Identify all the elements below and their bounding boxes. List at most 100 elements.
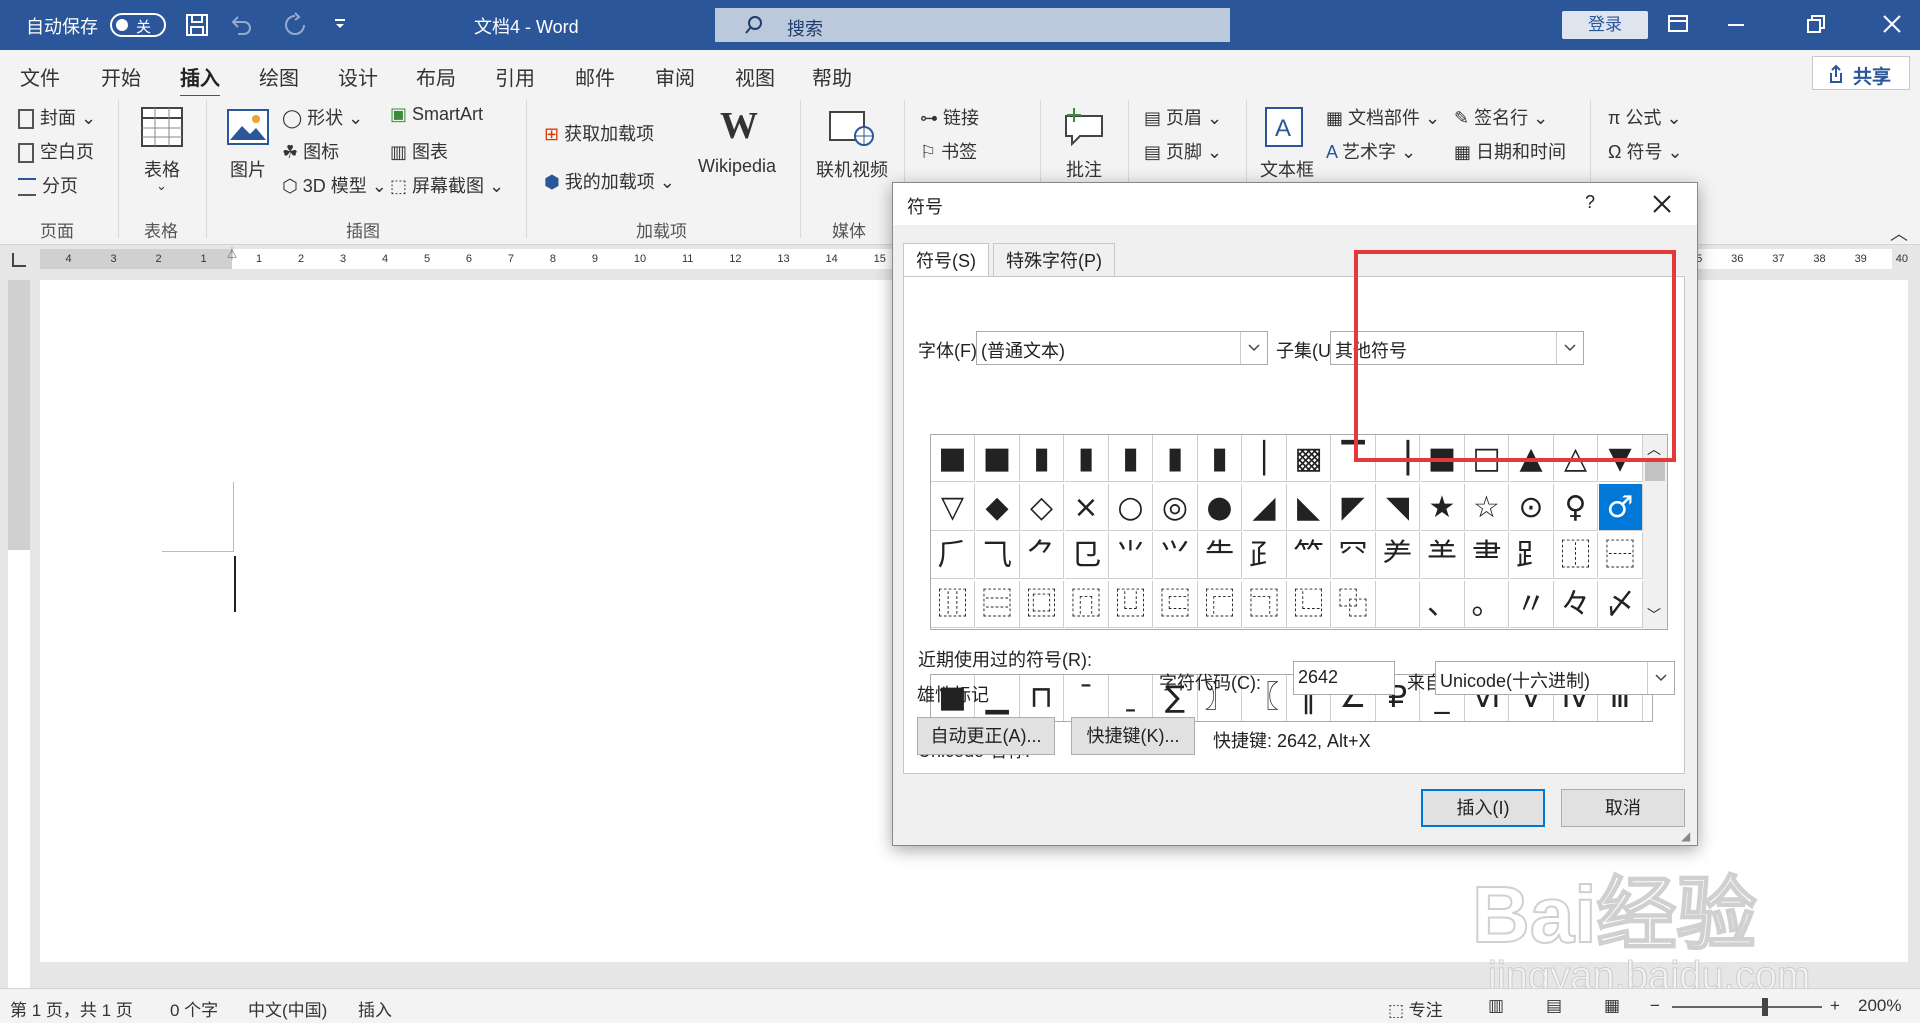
get-addins-button[interactable]: ⊞ 获取加载项 [544,120,654,146]
symbol-cell[interactable]: │ [1242,435,1287,482]
tab-special-characters[interactable]: 特殊字符(P) [993,243,1115,277]
smartart-button[interactable]: ▣ SmartArt [390,104,483,125]
symbol-cell[interactable]: ⿷ [1153,580,1198,628]
autosave-toggle[interactable]: 关 [110,13,166,37]
icons-button[interactable]: ☘ 图标 [282,138,339,164]
symbol-cell[interactable]: ⺻ [1465,532,1509,579]
tab-draw[interactable]: 绘图 [259,62,299,91]
language[interactable]: 中文(中国) [248,996,327,1021]
symbol-cell[interactable]: ◥ [1376,483,1420,531]
quick-parts-button[interactable]: ▦ 文档部件 ⌄ [1326,104,1440,130]
page-count[interactable]: 第 1 页，共 1 页 [10,996,133,1021]
indent-marker-icon[interactable]: ⏃ [226,245,238,262]
symbol-cell[interactable]: 〆 [1598,580,1643,628]
symbol-cell[interactable]: ▮ [1020,435,1064,482]
symbol-cell[interactable]: ☆ [1465,483,1509,531]
symbol-cell[interactable]: ⺳ [1331,532,1376,579]
symbol-cell[interactable]: ⿲ [931,580,975,628]
customize-toolbar-icon[interactable] [332,16,348,32]
share-button[interactable]: 共享 [1812,56,1910,90]
symbol-cell[interactable]: ⺪ [1242,532,1287,579]
symbol-cell[interactable]: ▮ [1109,435,1153,482]
symbol-cell[interactable]: ⿳ [975,580,1020,628]
recent-symbol-cell[interactable]: ˉ [1065,675,1109,721]
link-button[interactable]: ⊶ 链接 [920,104,979,130]
symbol-cell[interactable]: ◣ [1287,483,1331,531]
symbol-cell[interactable]: ⺌ [1109,532,1153,579]
tab-help[interactable]: 帮助 [812,62,852,91]
restore-icon[interactable] [1804,12,1828,36]
wikipedia-button[interactable]: Wikipedia [698,156,776,177]
page-break-button[interactable]: 分页 [18,172,78,198]
symbol-cell[interactable]: ⿵ [1064,580,1109,628]
tab-design[interactable]: 设计 [338,62,378,91]
comment-icon[interactable] [1062,106,1106,146]
tab-selector-icon[interactable] [12,253,26,267]
symbol-cell[interactable]: ● [1198,483,1242,531]
symbol-cell[interactable]: ▽ [931,483,975,531]
search-box[interactable]: 搜索 [715,8,1230,42]
footer-button[interactable]: ▤ 页脚 ⌄ [1144,138,1222,164]
symbol-cell[interactable]: ⻊ [1509,532,1554,579]
online-video-button[interactable]: 联机视频 [816,156,888,182]
symbol-cell[interactable]: 々 [1554,580,1598,628]
minimize-icon[interactable] [1724,12,1748,36]
signature-line-button[interactable]: ✎ 签名行 ⌄ [1454,104,1548,130]
3d-model-button[interactable]: ⬡ 3D 模型 ⌄ [282,172,387,198]
symbol-cell[interactable]: ⿸ [1198,580,1242,628]
zoom-slider[interactable] [1672,1006,1822,1008]
symbol-cell[interactable]: × [1064,483,1109,531]
wordart-button[interactable]: A 艺术字 ⌄ [1326,138,1416,164]
symbol-cell[interactable]: ◇ [1020,483,1064,531]
textbox-icon[interactable]: A [1264,106,1304,148]
symbol-cell[interactable]: ▮ [1153,435,1198,482]
date-time-button[interactable]: ▦ 日期和时间 [1454,138,1566,164]
charcode-field[interactable]: 2642 [1293,661,1395,695]
symbol-cell[interactable]: 〃 [1509,580,1554,628]
wikipedia-icon[interactable]: W [720,104,758,148]
symbol-cell[interactable]: ⺮ [1287,532,1331,579]
symbol-cell[interactable]: 。 [1465,580,1509,628]
tab-references[interactable]: 引用 [495,62,535,91]
table-icon[interactable] [140,106,184,148]
symbol-cell[interactable] [1376,580,1420,628]
textbox-button[interactable]: 文本框 [1260,156,1314,182]
insert-mode[interactable]: 插入 [358,996,392,1021]
symbol-cell[interactable]: ★ [1420,483,1465,531]
symbol-cell[interactable]: ⺷ [1420,532,1465,579]
web-layout-icon[interactable]: ▦ [1604,996,1620,1016]
zoom-level[interactable]: 200% [1858,996,1901,1016]
symbol-cell[interactable]: ⺋ [1064,532,1109,579]
read-mode-icon[interactable]: ▥ [1488,996,1504,1016]
comment-button[interactable]: 批注 [1066,156,1102,182]
symbol-cell[interactable]: ▮ [1198,435,1242,482]
zoom-in-icon[interactable]: + [1830,996,1840,1016]
cover-page-button[interactable]: 封面 ⌄ [18,104,96,130]
symbol-cell[interactable]: ◆ [975,483,1020,531]
dialog-close-icon[interactable] [1651,193,1673,215]
tab-review[interactable]: 审阅 [655,62,695,91]
symbol-cell[interactable]: ⊙ [1509,483,1554,531]
symbol-cell[interactable]: ⿺ [1287,580,1331,628]
autocorrect-button[interactable]: 自动更正(A)... [917,717,1055,755]
picture-icon[interactable] [226,108,270,146]
tab-home[interactable]: 开始 [101,62,141,91]
collapse-ribbon-icon[interactable]: ︿ [1890,220,1908,246]
chart-button[interactable]: ▥ 图表 [390,138,448,164]
header-button[interactable]: ▤ 页眉 ⌄ [1144,104,1222,130]
save-icon[interactable] [184,12,210,38]
picture-button[interactable]: 图片 [230,156,266,182]
symbol-cell[interactable]: ⺁ [931,532,975,579]
symbol-cell[interactable]: ⺄ [975,532,1020,579]
symbol-cell[interactable]: ■ [975,435,1020,482]
my-addins-button[interactable]: ⬢ 我的加载项 ⌄ [544,168,675,194]
symbol-cell[interactable]: ■ [931,435,975,482]
recent-symbol-cell[interactable]: ˍ [1109,675,1153,721]
focus-button[interactable]: ⬚ 专注 [1388,996,1443,1021]
tab-mailings[interactable]: 邮件 [575,62,615,91]
undo-icon[interactable] [228,12,254,38]
symbol-cell[interactable]: ○ [1109,483,1153,531]
shortcut-key-button[interactable]: 快捷键(K)... [1071,717,1195,755]
word-count[interactable]: 0 个字 [170,996,218,1021]
symbol-cell[interactable]: ⿰ [1554,532,1598,579]
